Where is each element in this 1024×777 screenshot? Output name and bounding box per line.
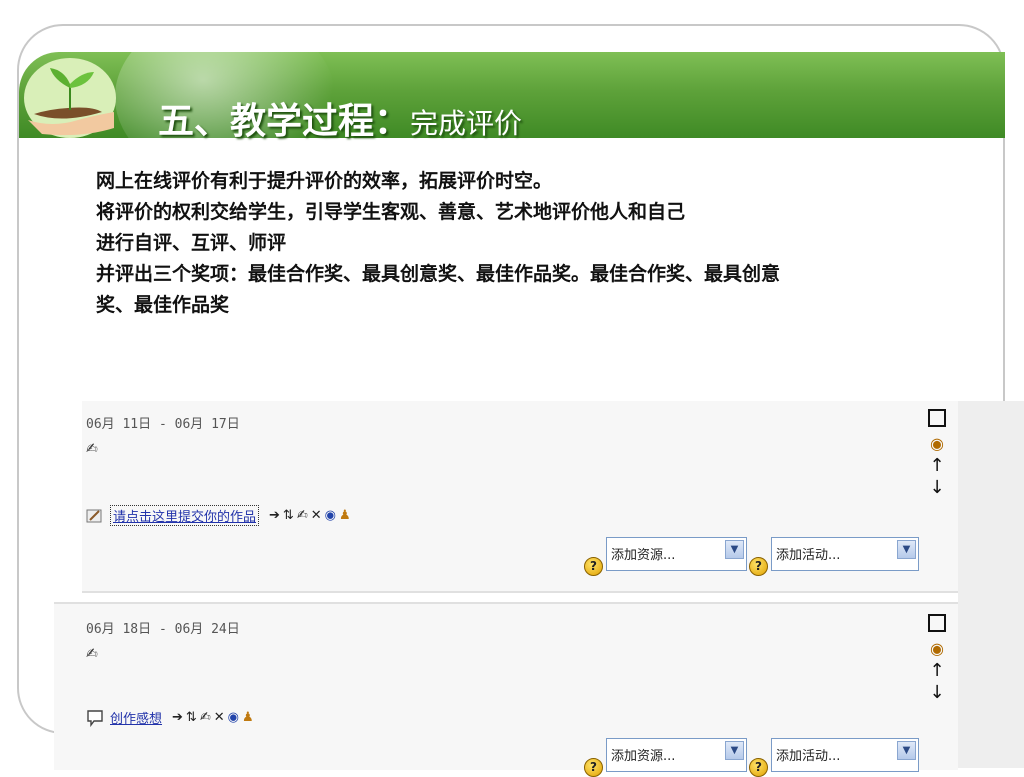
- forum-icon: [87, 709, 103, 727]
- move-icon[interactable]: ⇅: [186, 710, 197, 725]
- checkbox-icon[interactable]: [928, 614, 946, 632]
- person-icon[interactable]: ♟: [339, 508, 351, 523]
- seedling-in-hands-logo: [24, 58, 116, 138]
- arrow-right-icon[interactable]: ➔: [269, 508, 280, 523]
- arrow-down-icon[interactable]: ↓: [929, 682, 944, 704]
- add-activity-value: 添加活动...: [776, 548, 841, 563]
- add-activity-select[interactable]: 添加活动... ▼: [771, 537, 919, 571]
- add-activity-select[interactable]: 添加活动... ▼: [771, 738, 919, 772]
- page-margin: [958, 401, 1024, 768]
- activity-tools: ➔ ⇅ ✍ ✕ ◉ ♟: [269, 508, 351, 523]
- chevron-down-icon[interactable]: ▼: [897, 741, 916, 760]
- paragraph: 网上在线评价有利于提升评价的效率，拓展评价时空。: [96, 170, 553, 192]
- help-icon[interactable]: ?: [584, 557, 603, 576]
- activity-tools: ➔ ⇅ ✍ ✕ ◉ ♟: [172, 710, 254, 725]
- chevron-down-icon[interactable]: ▼: [725, 540, 744, 559]
- pen-icon[interactable]: ✍: [86, 441, 98, 457]
- add-resource-value: 添加资源...: [611, 548, 676, 563]
- activity-link[interactable]: 请点击这里提交你的作品: [110, 505, 260, 526]
- add-resource-select[interactable]: 添加资源... ▼: [606, 537, 747, 571]
- slide-title: 五、教学过程：完成评价: [158, 92, 522, 144]
- week-section: 06月 18日 - 06月 24日 ✍ 创作感想 ➔ ⇅ ✍ ✕ ◉ ♟ ? 添…: [54, 602, 958, 777]
- person-icon[interactable]: ♟: [242, 710, 254, 725]
- arrow-up-icon[interactable]: ↑: [929, 455, 944, 477]
- add-resource-select[interactable]: 添加资源... ▼: [606, 738, 747, 772]
- activity-link[interactable]: 创作感想: [110, 708, 162, 727]
- activity-row: 请点击这里提交你的作品 ➔ ⇅ ✍ ✕ ◉ ♟: [86, 505, 351, 526]
- move-icon[interactable]: ⇅: [283, 508, 294, 523]
- section-controls: ◉ ↑ ↓: [928, 409, 946, 499]
- eye-icon[interactable]: ◉: [325, 508, 336, 523]
- eye-icon[interactable]: ◉: [930, 433, 944, 455]
- pen-icon[interactable]: ✍: [200, 710, 211, 725]
- add-resource-value: 添加资源...: [611, 749, 676, 764]
- delete-icon[interactable]: ✕: [214, 710, 225, 725]
- arrow-up-icon[interactable]: ↑: [929, 660, 944, 682]
- assignment-icon: [86, 509, 102, 522]
- help-icon[interactable]: ?: [749, 557, 768, 576]
- activity-row: 创作感想 ➔ ⇅ ✍ ✕ ◉ ♟: [86, 708, 254, 727]
- title-main: 五、教学过程：: [158, 100, 411, 142]
- week-date: 06月 11日 - 06月 17日: [86, 417, 240, 432]
- eye-icon[interactable]: ◉: [228, 710, 239, 725]
- title-sub: 完成评价: [410, 107, 523, 140]
- pen-icon[interactable]: ✍: [297, 508, 308, 523]
- week-date: 06月 18日 - 06月 24日: [86, 622, 240, 637]
- slide-body: 网上在线评价有利于提升评价的效率，拓展评价时空。 将评价的权利交给学生，引导学生…: [96, 166, 816, 321]
- arrow-right-icon[interactable]: ➔: [172, 710, 183, 725]
- paragraph: 并评出三个奖项：最佳合作奖、最具创意奖、最佳作品奖。最佳合作奖、最具创意奖、最佳…: [96, 263, 781, 316]
- paragraph: 将评价的权利交给学生，引导学生客观、善意、艺术地评价他人和自己: [96, 201, 686, 223]
- chevron-down-icon[interactable]: ▼: [897, 540, 916, 559]
- delete-icon[interactable]: ✕: [311, 508, 322, 523]
- add-activity-value: 添加活动...: [776, 749, 841, 764]
- arrow-down-icon[interactable]: ↓: [929, 477, 944, 499]
- pen-icon[interactable]: ✍: [86, 646, 98, 662]
- paragraph: 进行自评、互评、师评: [96, 232, 287, 254]
- week-section: 06月 11日 - 06月 17日 ✍ 请点击这里提交你的作品 ➔ ⇅ ✍ ✕ …: [82, 401, 958, 593]
- chevron-down-icon[interactable]: ▼: [725, 741, 744, 760]
- eye-icon[interactable]: ◉: [930, 638, 944, 660]
- checkbox-icon[interactable]: [928, 409, 946, 427]
- section-controls: ◉ ↑ ↓: [928, 614, 946, 704]
